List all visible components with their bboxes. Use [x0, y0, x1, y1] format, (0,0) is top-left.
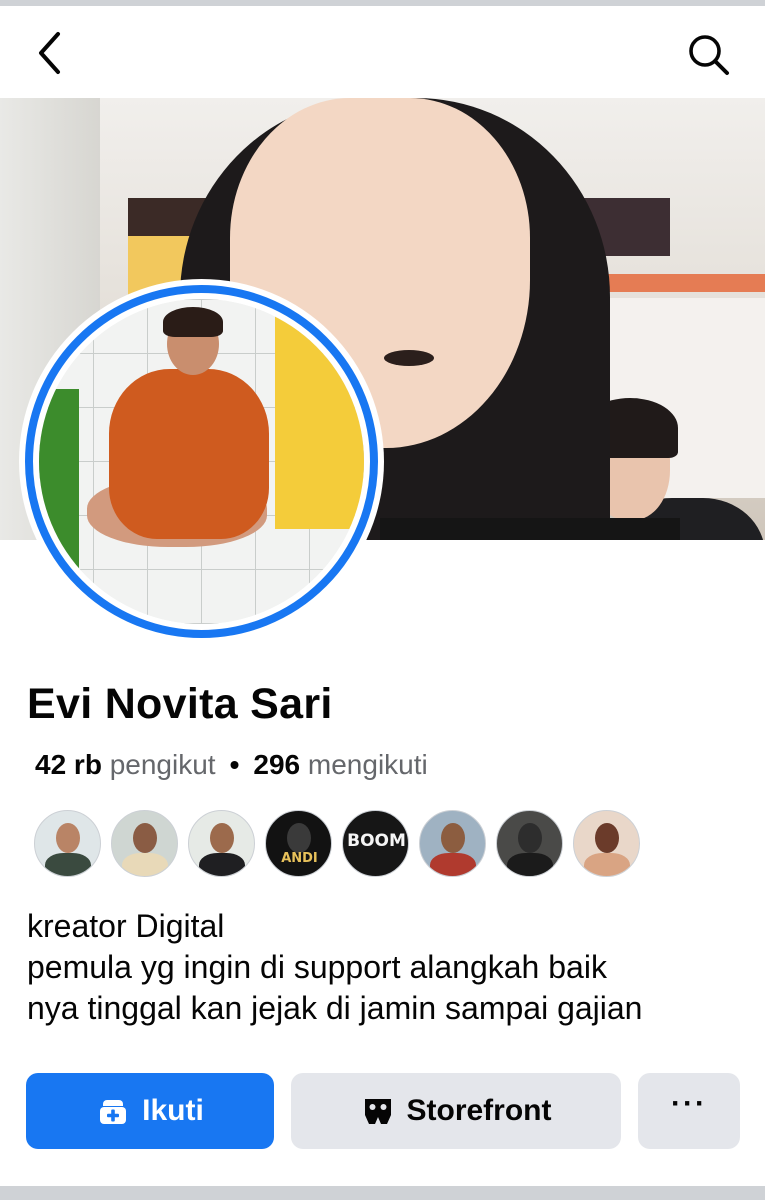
friend-avatar-text: ANDI — [281, 851, 318, 866]
mutual-followers-row: ANDI BOOM — [34, 810, 640, 880]
search-icon — [689, 35, 729, 75]
friend-avatar[interactable] — [419, 810, 486, 877]
following-count: 296 — [253, 749, 301, 780]
bio-line: pemula yg ingin di support alangkah baik — [27, 949, 607, 985]
followers-label: pengikut — [109, 749, 216, 780]
bio-line: nya tinggal kan jejak di jamin sampai ga… — [27, 990, 643, 1026]
stats-separator: • — [229, 749, 240, 780]
friend-avatar-text: BOOM — [347, 831, 406, 851]
follow-label: Ikuti — [142, 1094, 204, 1127]
followers-count: 42 rb — [35, 749, 102, 780]
search-button[interactable] — [686, 32, 732, 78]
friend-avatar[interactable]: BOOM — [342, 810, 409, 877]
friend-avatar[interactable] — [496, 810, 563, 877]
profile-bio: kreator Digital pemula yg ingin di suppo… — [27, 906, 642, 1029]
friend-avatar[interactable] — [111, 810, 178, 877]
chevron-left-icon — [39, 32, 60, 74]
more-icon: ··· — [671, 1087, 707, 1120]
friend-avatar[interactable] — [188, 810, 255, 877]
friend-avatar[interactable] — [573, 810, 640, 877]
friend-avatar[interactable] — [34, 810, 101, 877]
friend-avatar[interactable]: ANDI — [265, 810, 332, 877]
more-options-button[interactable]: ··· — [638, 1073, 740, 1149]
app-header — [0, 6, 765, 98]
follow-plus-icon — [100, 1100, 127, 1124]
profile-avatar[interactable] — [25, 285, 378, 638]
bio-line: kreator Digital — [27, 908, 225, 944]
follow-button[interactable]: Ikuti — [26, 1073, 274, 1149]
storefront-button[interactable]: Storefront — [291, 1073, 621, 1149]
follow-stats: 42 rb pengikut • 296 mengikuti — [35, 749, 428, 781]
storefront-label: Storefront — [406, 1094, 552, 1127]
section-divider — [0, 1186, 765, 1200]
followers-link[interactable]: 42 rb pengikut — [35, 749, 216, 780]
following-link[interactable]: 296 mengikuti — [253, 749, 427, 780]
back-button[interactable] — [30, 28, 70, 78]
following-label: mengikuti — [307, 749, 428, 780]
profile-name: Evi Novita Sari — [27, 680, 333, 728]
storefront-icon — [364, 1099, 391, 1124]
